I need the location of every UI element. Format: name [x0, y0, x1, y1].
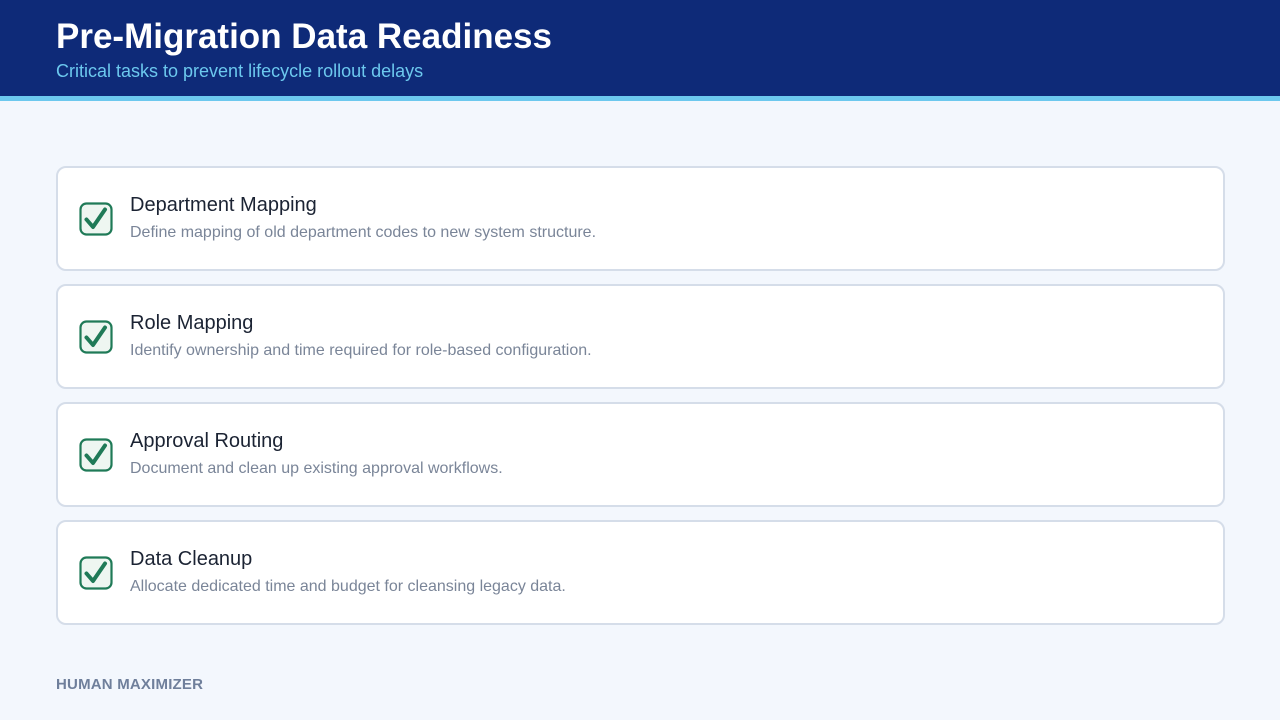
- task-list: Department Mapping Define mapping of old…: [56, 166, 1225, 638]
- task-card-approval-routing: Approval Routing Document and clean up e…: [56, 402, 1225, 507]
- task-description: Allocate dedicated time and budget for c…: [130, 578, 566, 595]
- task-title: Role Mapping: [130, 312, 254, 334]
- task-card-role-mapping: Role Mapping Identify ownership and time…: [56, 284, 1225, 389]
- page-subtitle: Critical tasks to prevent lifecycle roll…: [56, 61, 424, 81]
- checkbox-checked-icon[interactable]: [79, 438, 113, 472]
- task-title: Department Mapping: [130, 194, 317, 216]
- task-card-data-cleanup: Data Cleanup Allocate dedicated time and…: [56, 520, 1225, 625]
- checkbox-checked-icon[interactable]: [79, 202, 113, 236]
- task-card-department-mapping: Department Mapping Define mapping of old…: [56, 166, 1225, 271]
- task-description: Identify ownership and time required for…: [130, 342, 592, 359]
- task-title: Approval Routing: [130, 430, 284, 452]
- checkbox-checked-icon[interactable]: [79, 556, 113, 590]
- footer-brand: HUMAN MAXIMIZER: [56, 676, 204, 693]
- checkbox-checked-icon[interactable]: [79, 320, 113, 354]
- task-title: Data Cleanup: [130, 548, 253, 570]
- task-description: Document and clean up existing approval …: [130, 460, 503, 477]
- task-description: Define mapping of old department codes t…: [130, 224, 597, 241]
- page-title: Pre-Migration Data Readiness: [56, 17, 552, 56]
- header-accent-line: [0, 96, 1280, 101]
